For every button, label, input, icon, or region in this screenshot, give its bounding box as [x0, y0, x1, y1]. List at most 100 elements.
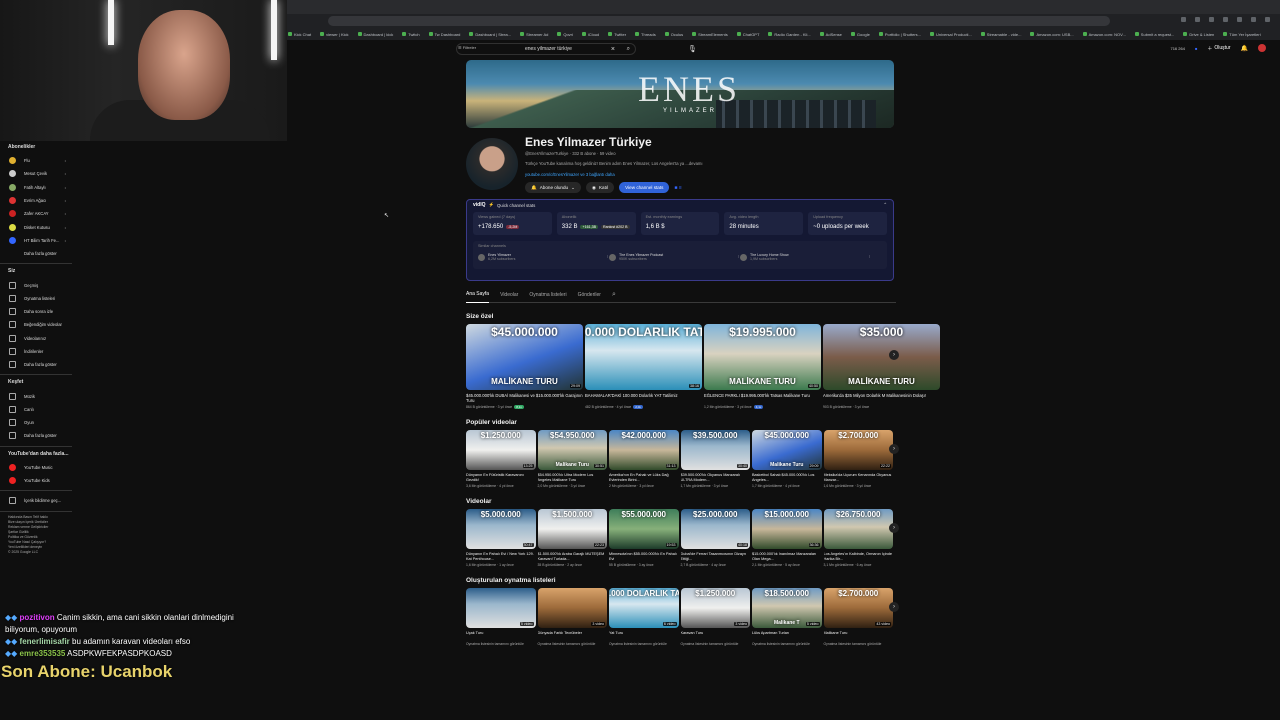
- bookmark-item[interactable]: viewer | Kick: [320, 32, 349, 37]
- video-thumbnail[interactable]: $18.500.000 Malikane T5 video: [752, 588, 822, 628]
- sidebar-item[interactable]: Beğendiğim videolar: [0, 318, 80, 331]
- video-title[interactable]: Meksika'da Uçurum Kenarında Okyanus Manz…: [824, 473, 894, 482]
- sidebar-item[interactable]: Daha sonra izle: [0, 305, 80, 318]
- vidiq-icon[interactable]: ■ ≡: [674, 185, 681, 191]
- sidebar-item[interactable]: Daha fazla göster: [0, 429, 80, 442]
- video-thumbnail[interactable]: $19.995.000 MALİKANE TURU 40:50: [704, 324, 821, 390]
- video-thumbnail[interactable]: $25.000.000 40:18: [680, 509, 750, 549]
- chevron-right-icon[interactable]: ›: [889, 444, 899, 454]
- video-thumbnail[interactable]: $45.000.000 MALİKANE TURU 29:09: [466, 324, 583, 390]
- extension-icon[interactable]: [1195, 17, 1200, 22]
- video-card[interactable]: 100.000 DOLARLIK TATİL 38:16 BAHAMALAR'DAK…: [585, 324, 702, 409]
- video-card[interactable]: $1.250.000 13:25 Dünyanın En Fütüristik Ka…: [466, 430, 536, 488]
- tab-3[interactable]: Oynatma listeleri: [529, 292, 566, 298]
- video-card[interactable]: 5 video Uçak Turu Oynatma listesinin tamam…: [466, 588, 536, 646]
- bookmark-item[interactable]: Tw Dashboard: [428, 32, 460, 37]
- video-title[interactable]: $15.000.000'lık İnanılmaz Manzaraları Ol…: [752, 552, 822, 561]
- video-card[interactable]: 3 video Dünyada Farklı Tecrübeler Oynatma …: [537, 588, 608, 646]
- bookmark-item[interactable]: Dashboard | Strea...: [469, 32, 511, 37]
- bookmark-item[interactable]: Universal Producti...: [929, 32, 972, 37]
- tab-2[interactable]: Videolar: [500, 292, 518, 298]
- video-title[interactable]: Amerika'nın En Pahalı ve Lüks Dağ Evleri…: [609, 473, 679, 482]
- vidiq-icon[interactable]: ■: [1195, 46, 1197, 51]
- sidebar-item[interactable]: Daha fazla göster: [0, 247, 80, 260]
- video-card[interactable]: $2.700.000 22:22 Meksika'da Uçurum Kenarın…: [823, 430, 894, 488]
- bookmark-item[interactable]: Oculus: [664, 32, 683, 37]
- video-thumbnail[interactable]: $1.250.000 13:25: [466, 430, 536, 470]
- video-thumbnail[interactable]: $15.000.000 36:36: [752, 509, 822, 549]
- sidebar-item[interactable]: Daha fazla göster: [0, 358, 80, 371]
- tab-4[interactable]: Gönderiler: [578, 292, 601, 298]
- video-title[interactable]: Los Angeles'ın Kalbinde, Ormanın İçinde …: [824, 552, 894, 561]
- video-card[interactable]: $55.000.000 19:53 Minnesota'nın $55.000.00…: [609, 509, 679, 567]
- bookmark-item[interactable]: Portfolio | Shutters...: [878, 32, 921, 37]
- bookmark-item[interactable]: AdSense: [819, 32, 842, 37]
- sidebar-item[interactable]: HT Bilim Tarih Fe... •: [0, 234, 80, 247]
- video-thumbnail[interactable]: 5 video: [466, 588, 536, 628]
- video-title[interactable]: Dünyanın En Pahalı Evi / New York 129. K…: [466, 552, 536, 561]
- video-card[interactable]: $25.000.000 40:18 Dubai'de Ferrari Tasarım…: [680, 509, 750, 567]
- sidebar-item[interactable]: Zafer AKCAY •: [0, 207, 80, 220]
- bookmark-item[interactable]: Amazon.com: NOV...: [1082, 32, 1126, 37]
- bookmark-item[interactable]: Streamer Ad: [520, 32, 548, 37]
- video-card[interactable]: $35.000 MALİKANE TURU Amerika'da $35 Milyo…: [823, 324, 940, 409]
- bookmark-item[interactable]: Streamable - vide...: [980, 32, 1021, 37]
- bookmark-item[interactable]: Qovri: [557, 32, 573, 37]
- video-title[interactable]: Amerika'da $35 Milyon Dolarlık M Malikan…: [823, 393, 940, 403]
- bookmark-item[interactable]: Tüm Yer İşaretleri: [1223, 32, 1261, 37]
- similar-channel[interactable]: Enes Yilmazer 6,2M subscribers ⫶: [478, 253, 608, 261]
- vidiq-header[interactable]: vidIQ ⚡ Quick channel stats ⌃: [467, 200, 893, 210]
- sidebar-item[interactable]: Disket Kutusu •: [0, 220, 80, 233]
- sidebar-item[interactable]: YouTube Kids: [0, 474, 80, 487]
- bookmark-item[interactable]: Amazon.com: USB...: [1030, 32, 1074, 37]
- extension-icon[interactable]: [1209, 17, 1214, 22]
- video-card[interactable]: $1.500.000 22:23 $1.500.000'lık Araba Gara…: [537, 509, 608, 567]
- sidebar-item[interactable]: Geçmiş: [0, 278, 80, 291]
- video-thumbnail[interactable]: $54.950.000 Malikane Turu 30:51: [537, 430, 607, 470]
- sidebar-item[interactable]: Flu •: [0, 154, 80, 167]
- menu-icon[interactable]: [1265, 17, 1270, 22]
- video-thumbnail[interactable]: $2.700.000 43 video: [823, 588, 893, 628]
- video-title[interactable]: Yat Turu: [609, 631, 679, 640]
- video-title[interactable]: Lüks Apartman Turları: [752, 631, 822, 640]
- address-bar[interactable]: [328, 16, 1110, 26]
- extension-icon[interactable]: [1237, 17, 1242, 22]
- video-title[interactable]: Basketbol Sahalı $45.000.000'lık Los Ang…: [752, 473, 822, 482]
- chevron-up-icon[interactable]: ⌃: [883, 202, 887, 208]
- similar-channel[interactable]: The Luxury Home Show 1,9M subscribers ⫶: [740, 253, 870, 261]
- sidebar-item[interactable]: Müzik: [0, 389, 80, 402]
- chevron-right-icon[interactable]: ›: [889, 523, 899, 533]
- bookmark-item[interactable]: StreamElements: [692, 32, 728, 37]
- video-card[interactable]: $54.950.000 Malikane Turu 30:51 $54.950.000…: [537, 430, 608, 488]
- clear-icon[interactable]: ×: [611, 46, 615, 53]
- bookmark-item[interactable]: Twitch: [402, 32, 420, 37]
- video-thumbnail[interactable]: $39.500.000 30:40: [680, 430, 750, 470]
- video-title[interactable]: $45.000.000'lık DUBAİ Malikanesi ve $15.…: [466, 393, 583, 403]
- video-card[interactable]: $18.500.000 Malikane T5 video Lüks Apartma…: [752, 588, 822, 646]
- video-title[interactable]: Dünyanın En Fütüristik Karavanını Gezdik…: [466, 473, 536, 482]
- video-card[interactable]: 100.000 DOLARLIK TATİL 6 video Yat Turu Oyn…: [609, 588, 679, 646]
- channel-avatar[interactable]: [466, 138, 518, 190]
- view-channel-stats-button[interactable]: View channel stats: [619, 182, 670, 193]
- search-icon[interactable]: ⌕: [627, 46, 630, 53]
- bookmark-item[interactable]: Twitter: [608, 32, 626, 37]
- video-thumbnail[interactable]: $5.000.000 30:47: [466, 509, 536, 549]
- chart-icon[interactable]: ⫶: [607, 255, 608, 259]
- video-thumbnail[interactable]: 3 video: [537, 588, 607, 628]
- avatar[interactable]: [1258, 44, 1266, 52]
- channel-links[interactable]: youtube.com/c/EnesYilmazer ve 3 bağlantı…: [525, 172, 615, 177]
- video-card[interactable]: $45.000.000 Malikane Turu 29:09 Basketbol S…: [752, 430, 822, 488]
- video-thumbnail[interactable]: $35.000 MALİKANE TURU: [823, 324, 940, 390]
- video-title[interactable]: Dünyada Farklı Tecrübeler: [538, 631, 608, 640]
- join-button[interactable]: ◉ Katıl: [585, 182, 615, 193]
- video-title[interactable]: $1.500.000'lık Araba Garajlı MUTEŞEM Kar…: [538, 552, 608, 561]
- profile-icon[interactable]: [1251, 17, 1256, 22]
- create-button[interactable]: ＋ Oluştur: [1207, 45, 1230, 52]
- video-card[interactable]: $42.000.000 31:13 Amerika'nın En Pahalı ve…: [609, 430, 679, 488]
- bell-icon[interactable]: 🔔: [1241, 45, 1248, 52]
- bookmark-item[interactable]: Dashboard | kick: [357, 32, 393, 37]
- video-card[interactable]: $15.000.000 36:36 $15.000.000'lık İnanılma…: [752, 509, 822, 567]
- video-title[interactable]: Karavan Turu: [681, 631, 751, 640]
- footer-link[interactable]: © 2025 Google LLC: [0, 550, 80, 555]
- video-title[interactable]: $54.950.000'lık Ultra Modern Los Angeles…: [538, 473, 608, 482]
